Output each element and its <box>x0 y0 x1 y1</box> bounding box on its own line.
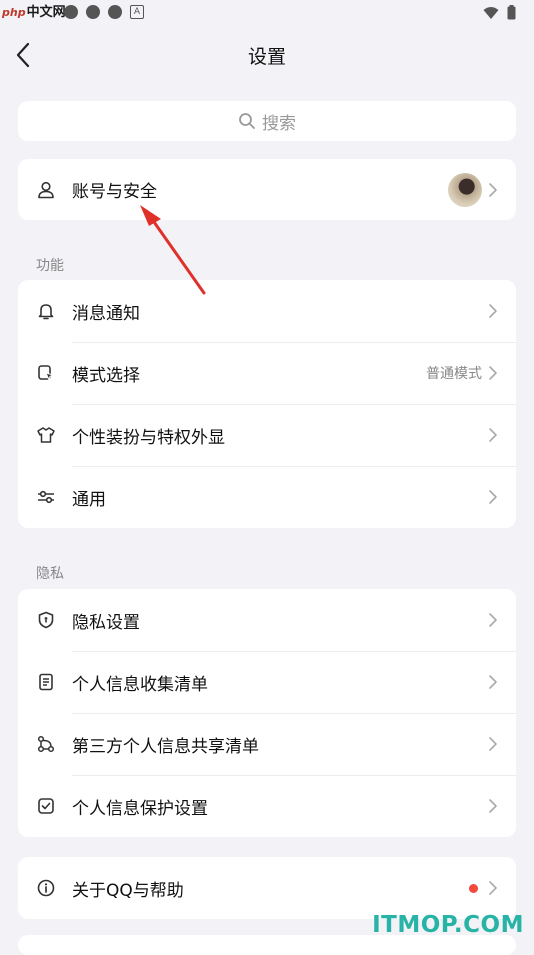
info-collection-list-item[interactable]: 个人信息收集清单 <box>18 651 516 713</box>
chevron-right-icon <box>488 365 498 381</box>
search-icon <box>238 112 256 130</box>
sliders-icon <box>37 488 55 506</box>
document-icon <box>37 673 55 691</box>
account-security-label: 账号与安全 <box>72 182 157 202</box>
chevron-right-icon <box>488 880 498 896</box>
status-bar: php中文网 A <box>0 0 534 26</box>
bell-icon <box>37 302 55 320</box>
app-notification-icon <box>108 5 122 19</box>
chevron-right-icon <box>488 489 498 505</box>
notifications-item[interactable]: 消息通知 <box>18 280 516 342</box>
mode-select-item[interactable]: 模式选择 普通模式 <box>18 342 516 404</box>
shirt-icon <box>37 426 55 444</box>
privacy-settings-item[interactable]: 隐私设置 <box>18 589 516 651</box>
third-party-sharing-list-item[interactable]: 第三方个人信息共享清单 <box>18 713 516 775</box>
watermark-logo: php中文网 <box>2 5 66 20</box>
mode-icon <box>37 364 55 382</box>
red-dot-badge <box>469 883 478 893</box>
shield-icon <box>37 611 55 629</box>
user-icon <box>37 181 55 199</box>
battery-icon <box>507 5 516 20</box>
share-icon <box>37 735 55 753</box>
chevron-right-icon <box>488 736 498 752</box>
system-icons <box>483 5 516 20</box>
functions-card: 消息通知 模式选择 普通模式 个性装扮与特权外显 通用 <box>18 280 516 528</box>
general-item[interactable]: 通用 <box>18 466 516 528</box>
privacy-card: 隐私设置 个人信息收集清单 第三方个人信息共享清单 个人信息保护设置 <box>18 589 516 837</box>
a-box-icon: A <box>130 5 144 19</box>
page-title: 设置 <box>247 46 286 68</box>
chevron-right-icon <box>488 427 498 443</box>
chevron-right-icon <box>488 182 498 198</box>
chevron-right-icon <box>488 674 498 690</box>
chevron-right-icon <box>488 612 498 628</box>
app-notification-icon <box>86 5 100 19</box>
search-input[interactable]: 搜索 <box>18 101 516 141</box>
next-card-partial <box>18 935 516 955</box>
section-header-functions: 功能 <box>36 258 64 274</box>
about-help-item[interactable]: 关于QQ与帮助 <box>18 857 516 919</box>
site-watermark: ITMOP.COM <box>372 912 524 938</box>
chevron-right-icon <box>488 303 498 319</box>
account-security-item[interactable]: 账号与安全 <box>18 159 516 220</box>
notification-icons: A <box>64 5 144 19</box>
account-card: 账号与安全 <box>18 159 516 220</box>
mode-value: 普通模式 <box>426 366 482 382</box>
chevron-right-icon <box>488 798 498 814</box>
check-square-icon <box>37 797 55 815</box>
avatar <box>448 172 482 207</box>
wifi-icon <box>483 6 499 19</box>
app-notification-icon <box>64 5 78 19</box>
section-header-privacy: 隐私 <box>36 566 64 582</box>
info-protection-settings-item[interactable]: 个人信息保护设置 <box>18 775 516 837</box>
search-placeholder: 搜索 <box>262 113 296 134</box>
about-card: 关于QQ与帮助 <box>18 857 516 919</box>
info-icon <box>37 879 55 897</box>
personalization-item[interactable]: 个性装扮与特权外显 <box>18 404 516 466</box>
